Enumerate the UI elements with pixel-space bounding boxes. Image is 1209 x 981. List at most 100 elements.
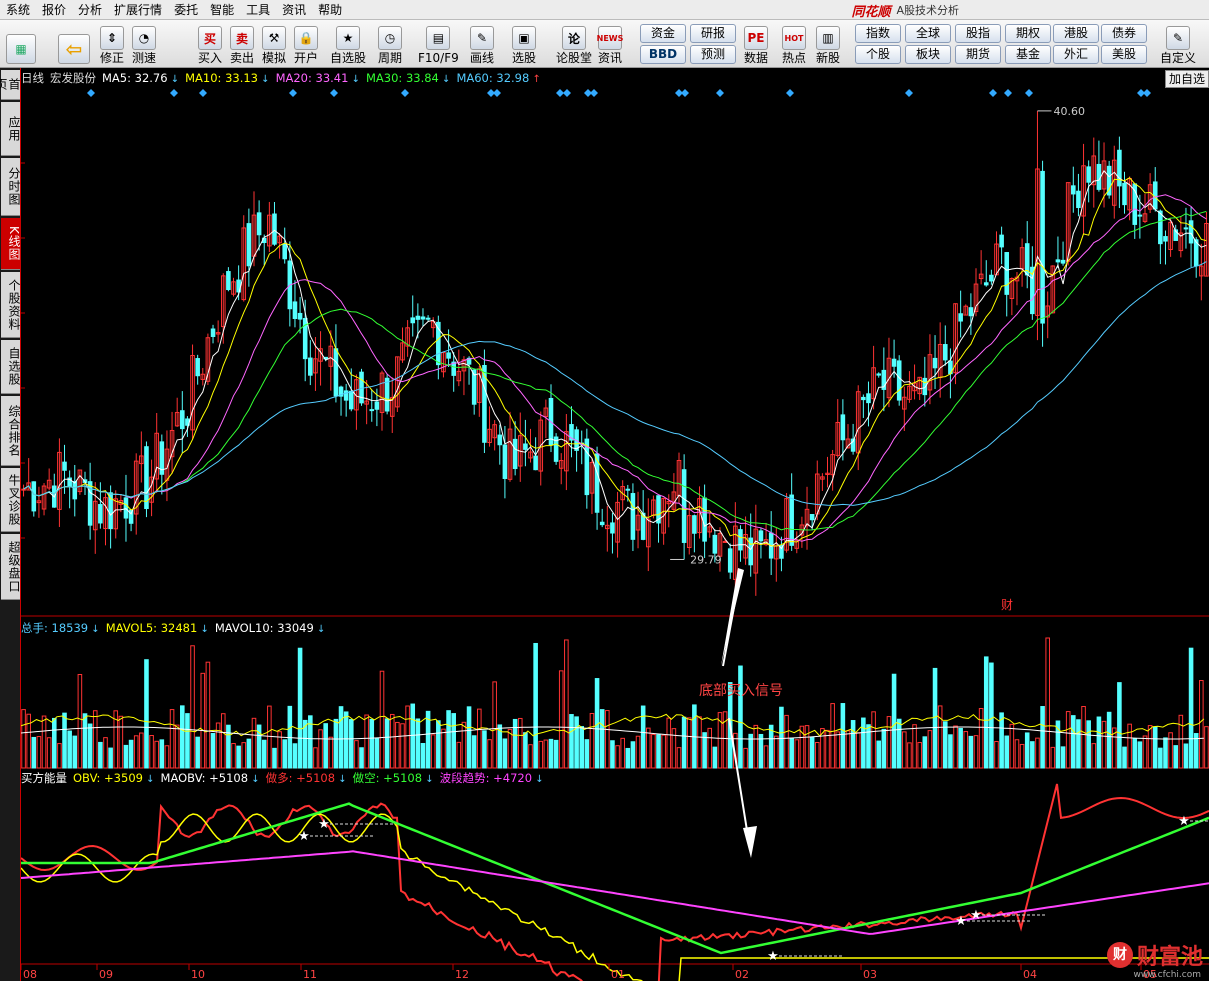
quick-button-6[interactable]: 股指 bbox=[955, 24, 1001, 43]
toolbar-label: 选股 bbox=[512, 51, 537, 65]
volume-bar bbox=[958, 727, 963, 769]
candle-body bbox=[702, 497, 707, 542]
candle-body bbox=[1158, 210, 1163, 245]
volume-bar bbox=[62, 712, 67, 769]
volume-bar bbox=[610, 740, 615, 769]
sidebar-tab-4[interactable]: 个股资料 bbox=[1, 272, 21, 338]
sidebar-tab-3[interactable]: K线图 bbox=[1, 218, 21, 270]
toolbar-button-back-arrow[interactable]: ⇦ bbox=[58, 23, 90, 65]
quick-button-5[interactable]: 全球 bbox=[905, 24, 951, 43]
sidebar-tab-0[interactable]: 首页 bbox=[0, 70, 21, 100]
toolbar-button-clock[interactable]: ◷ 周期 bbox=[378, 23, 402, 65]
toolbar-button-hot[interactable]: HOT 热点 bbox=[782, 23, 806, 65]
toolbar-button-grid[interactable]: ▦ bbox=[6, 23, 36, 65]
new-stock-icon: ▥ bbox=[816, 26, 840, 50]
candle-body bbox=[410, 317, 416, 324]
month-label: 01 bbox=[611, 968, 625, 981]
volume-bar bbox=[1004, 735, 1010, 769]
toolbar-label: 修正 bbox=[100, 51, 125, 65]
sidebar-tab-2[interactable]: 分时图 bbox=[1, 158, 21, 216]
volume-bar bbox=[1040, 706, 1045, 769]
volume-bar bbox=[139, 732, 144, 769]
candle-body bbox=[1117, 149, 1122, 187]
toolbar-button-speed[interactable]: ◔ 测速 bbox=[132, 23, 156, 65]
add-watchlist-button[interactable]: 加自选 bbox=[1164, 70, 1209, 88]
volume-bar bbox=[1204, 726, 1209, 769]
quick-button-0[interactable]: 资金 bbox=[640, 24, 686, 43]
candle-body bbox=[533, 455, 538, 471]
menu-item-7[interactable]: 资讯 bbox=[276, 0, 312, 20]
volume-bar bbox=[1137, 741, 1143, 769]
menu-item-8[interactable]: 帮助 bbox=[312, 0, 348, 20]
sidebar-tab-8[interactable]: 超级盘口 bbox=[1, 534, 21, 600]
sidebar-tab-5[interactable]: 自选股 bbox=[1, 340, 21, 394]
quick-button-8[interactable]: 港股 bbox=[1053, 24, 1099, 43]
signal-diamond-icon bbox=[563, 89, 571, 97]
menu-item-5[interactable]: 智能 bbox=[204, 0, 240, 20]
volume-bar bbox=[328, 736, 334, 769]
volume-bar bbox=[1045, 637, 1050, 769]
volume-bar bbox=[149, 735, 154, 769]
quick-button-14[interactable]: 外汇 bbox=[1053, 45, 1099, 64]
quick-button-12[interactable]: 期货 bbox=[955, 45, 1001, 64]
quick-button-13[interactable]: 基金 bbox=[1005, 45, 1051, 64]
volume-bar bbox=[477, 708, 482, 769]
candle-body bbox=[809, 513, 815, 521]
menu-item-6[interactable]: 工具 bbox=[240, 0, 276, 20]
down-arrow-icon: ↓ bbox=[258, 74, 270, 85]
quick-button-10[interactable]: 个股 bbox=[855, 45, 901, 64]
menu-item-0[interactable]: 系统 bbox=[0, 0, 36, 20]
volume-bar bbox=[774, 735, 779, 769]
toolbar-button-custom[interactable]: ✎ 自定义 bbox=[1160, 23, 1196, 65]
volume-bar bbox=[743, 747, 748, 769]
quick-button-4[interactable]: 指数 bbox=[855, 24, 901, 43]
volume-bar bbox=[338, 706, 344, 769]
volume-bar bbox=[1096, 716, 1102, 769]
quick-button-9[interactable]: 债券 bbox=[1101, 24, 1147, 43]
toolbar-button-pe[interactable]: PE 数据 bbox=[744, 23, 768, 65]
volume-bar bbox=[589, 713, 595, 769]
volume-bar bbox=[1117, 682, 1122, 769]
sidebar-tab-6[interactable]: 综合排名 bbox=[1, 396, 21, 466]
quick-button-3[interactable]: 预测 bbox=[690, 45, 736, 64]
menu-item-2[interactable]: 分析 bbox=[72, 0, 108, 20]
quick-button-7[interactable]: 期权 bbox=[1005, 24, 1051, 43]
buy-icon: 买 bbox=[198, 26, 222, 50]
volume-bar bbox=[471, 735, 477, 769]
quick-button-11[interactable]: 板块 bbox=[905, 45, 951, 64]
candle-body bbox=[123, 497, 129, 519]
volume-bar bbox=[917, 742, 922, 769]
volume-bar bbox=[41, 715, 47, 769]
toolbar-button-news[interactable]: NEWS 资讯 bbox=[597, 23, 623, 65]
toolbar-button-new-stock[interactable]: ▥ 新股 bbox=[816, 23, 840, 65]
volume-bar bbox=[36, 736, 42, 769]
toolbar-button-hammer[interactable]: ⚒ 模拟 bbox=[262, 23, 286, 65]
volume-bar bbox=[200, 672, 206, 769]
volume-bar bbox=[441, 728, 446, 769]
toolbar-button-pen[interactable]: ✎ 画线 bbox=[470, 23, 494, 65]
volume-bar bbox=[246, 738, 252, 769]
quick-button-15[interactable]: 美股 bbox=[1101, 45, 1147, 64]
quick-button-2[interactable]: BBD bbox=[640, 45, 686, 64]
toolbar-button-sell[interactable]: 卖卖出 bbox=[230, 23, 254, 65]
menu-item-4[interactable]: 委托 bbox=[168, 0, 204, 20]
volume-bar bbox=[154, 740, 159, 769]
chart-area[interactable]: 40.60 29.79 财 ★ ★ ★ ★ ★ ★ 底部买入信号 08 09 10 11 12 01 02 03 0… bbox=[21, 68, 1209, 981]
candle-body bbox=[891, 358, 897, 367]
menu-item-1[interactable]: 报价 bbox=[36, 0, 72, 20]
volume-bar bbox=[558, 670, 564, 769]
toolbar-button-up-down-arrows[interactable]: ⇕ 修正 bbox=[100, 23, 124, 65]
quick-button-1[interactable]: 研报 bbox=[690, 24, 736, 43]
menu-item-3[interactable]: 扩展行情 bbox=[108, 0, 168, 20]
candle-body bbox=[866, 393, 871, 404]
toolbar-button-star[interactable]: ★ 自选股 bbox=[330, 23, 366, 65]
toolbar-button-lock[interactable]: 🔒 开户 bbox=[294, 23, 318, 65]
volume-bar bbox=[553, 739, 559, 769]
toolbar-button-buy[interactable]: 买买入 bbox=[198, 23, 222, 65]
toolbar-button-doc[interactable]: ▤ F10/F9 bbox=[418, 23, 459, 65]
toolbar-button-lun[interactable]: 论论股堂 bbox=[556, 23, 592, 65]
sidebar-tab-7[interactable]: 牛叉诊股 bbox=[1, 468, 21, 532]
volume-bar bbox=[77, 674, 83, 769]
toolbar-button-screen[interactable]: ▣ 选股 bbox=[512, 23, 536, 65]
sidebar-tab-1[interactable]: 应用 bbox=[1, 102, 21, 156]
